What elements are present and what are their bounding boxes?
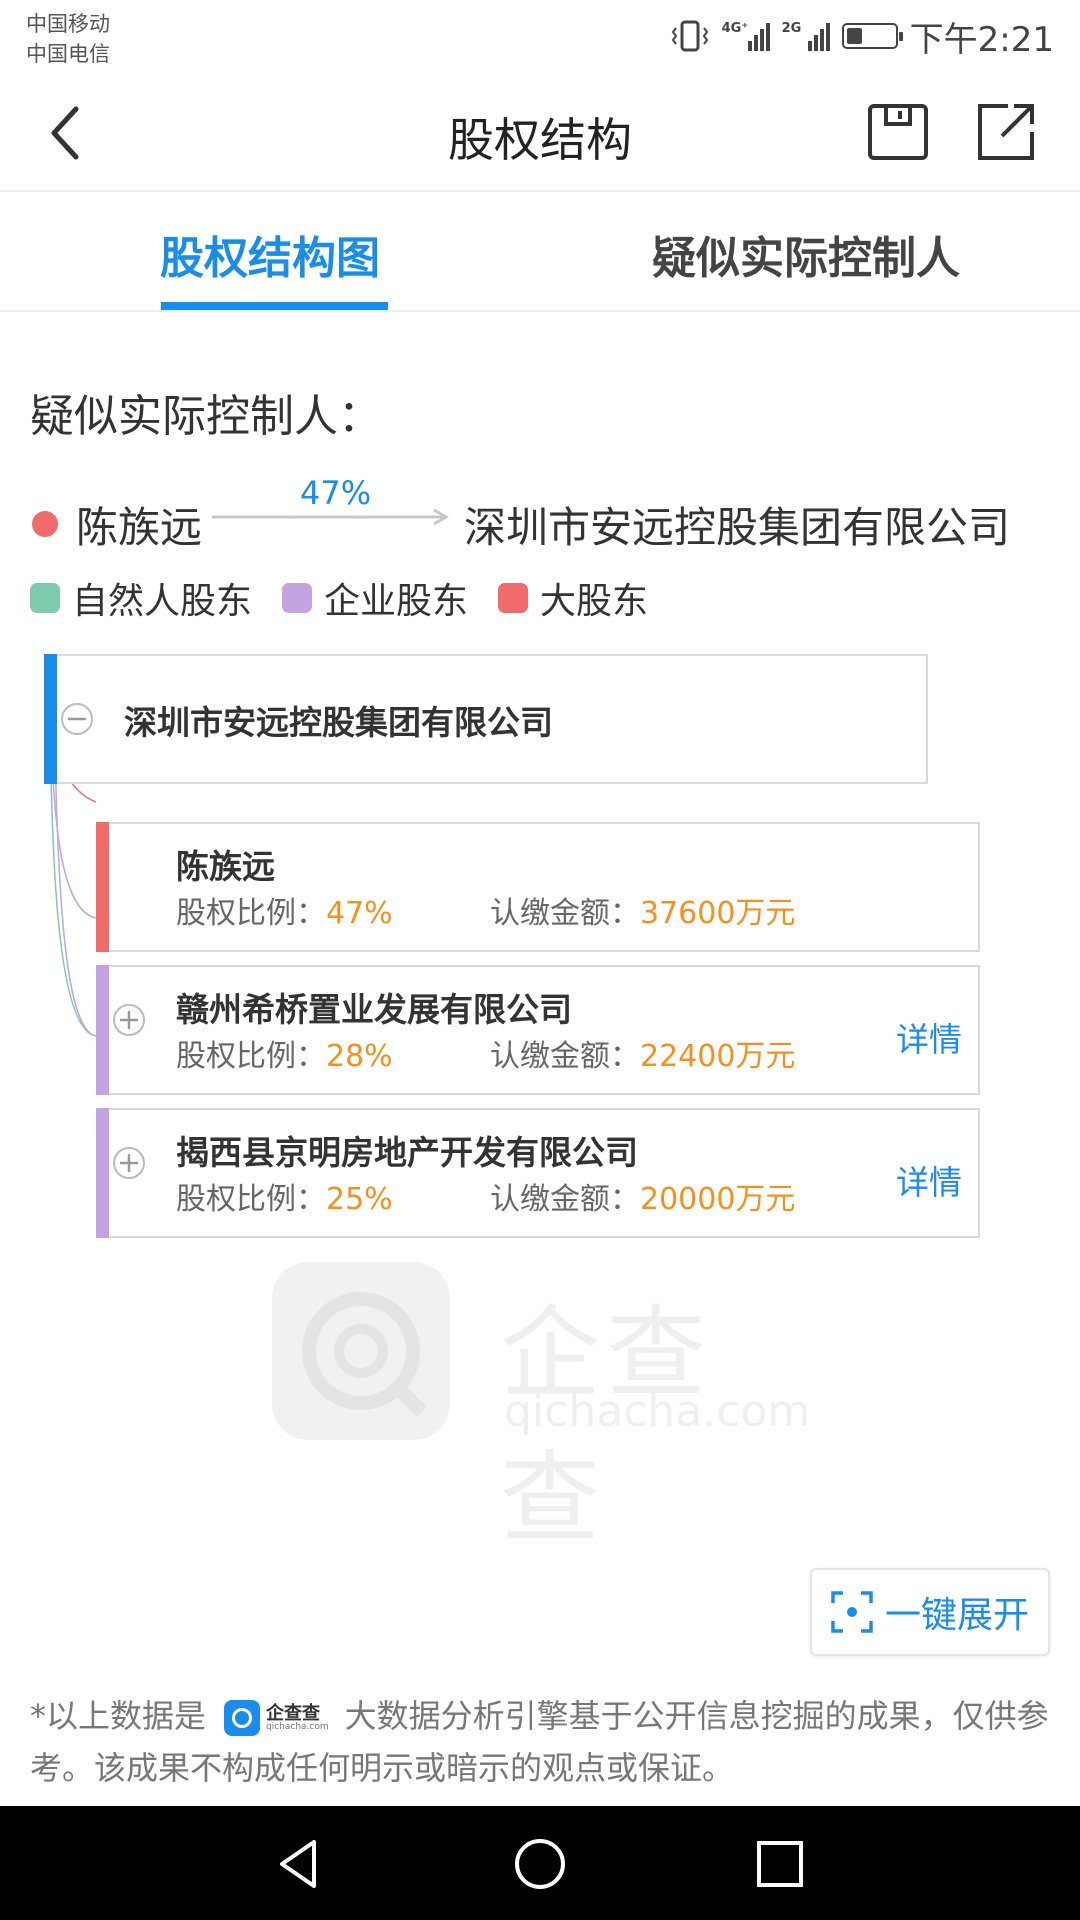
equity-ratio: 股权比例：47% [176,888,393,932]
legend: 自然人股东 企业股东 大股东 [30,576,678,622]
qichacha-logo: 企查查 qichacha.com [224,1700,329,1736]
controller-percent: 47% [300,474,372,512]
clock: 下午2:21 [909,19,1054,60]
signal-2-icon: 2G [782,21,830,51]
carrier-2: 中国电信 [26,42,110,66]
expand-all-label: 一键展开 [884,1595,1029,1636]
major-shareholder-dot [32,511,58,537]
node-color-bar [96,965,109,1095]
amount-value: 22400万元 [640,1039,796,1074]
ratio-value: 28% [326,1039,393,1074]
shareholder-node[interactable]: 赣州希桥置业发展有限公司 股权比例：28% 认缴金额：22400万元 详情 [96,965,980,1095]
carrier-1: 中国移动 [26,12,110,36]
share-icon [978,104,1034,160]
battery-icon [841,23,903,49]
subscribed-amount: 认缴金额：37600万元 [490,888,795,932]
equity-tree: 深圳市安远控股集团有限公司 陈族远 股权比例：47% 认缴金额：37600万元 … [0,650,1080,1250]
controlled-company[interactable]: 深圳市安远控股集团有限公司 [464,494,1010,555]
legend-swatch [30,583,60,613]
watermark: 企查查 qichacha.com [270,1262,811,1557]
root-company-node[interactable]: 深圳市安远控股集团有限公司 [44,654,928,784]
logo-sub: qichacha.com [266,1721,329,1732]
amount-label: 认缴金额： [490,1039,640,1074]
detail-link[interactable]: 详情 [896,1156,962,1204]
save-icon [868,104,928,160]
legend-swatch [498,583,529,613]
ratio-value: 25% [326,1182,393,1217]
root-company-name: 深圳市安远控股集团有限公司 [124,703,553,742]
app-header: 股权结构 [0,76,1080,192]
signal-2-label: 2G [781,21,802,36]
logo-text: 企查查 [266,1702,321,1724]
legend-major: 大股东 [498,572,648,624]
amount-label: 认缴金额： [490,1182,640,1217]
controller-relation: 陈族远 47% 深圳市安远控股集团有限公司 [30,474,1070,552]
disclaimer-prefix: *以上数据是 [30,1697,207,1735]
shareholder-name: 赣州希桥置业发展有限公司 [176,990,572,1029]
qichacha-logo-icon [224,1700,261,1736]
active-tab-indicator [161,302,388,310]
amount-label: 认缴金额： [490,896,640,931]
legend-label: 自然人股东 [72,581,253,622]
ratio-label: 股权比例： [176,1039,326,1074]
focus-frame-icon [831,1591,873,1633]
tab-actual-controller[interactable]: 疑似实际控制人 [652,222,960,286]
section-title: 疑似实际控制人： [30,391,382,442]
subscribed-amount: 认缴金额：20000万元 [490,1174,795,1218]
legend-label: 大股东 [540,581,649,622]
expand-plus-icon[interactable] [112,1003,146,1037]
shareholder-node[interactable]: 陈族远 股权比例：47% 认缴金额：37600万元 [96,822,980,952]
node-color-bar [96,822,109,952]
shareholder-name: 揭西县京明房地产开发有限公司 [176,1133,638,1172]
watermark-logo-icon [272,1262,450,1440]
node-color-bar [96,1108,109,1238]
nav-recent-icon[interactable] [750,1834,810,1894]
share-button[interactable] [974,100,1040,166]
amount-value: 20000万元 [640,1182,796,1217]
expand-plus-icon[interactable] [112,1146,146,1180]
tab-bar: 股权结构图 疑似实际控制人 [0,192,1080,312]
disclaimer: *以上数据是 企查查 qichacha.com 大数据分析引擎基于公开信息挖掘的成果，… [30,1690,1060,1794]
ratio-label: 股权比例： [176,896,326,931]
shareholder-name: 陈族远 [176,847,275,886]
ratio-value: 47% [326,896,393,931]
legend-natural-person: 自然人股东 [30,572,252,624]
amount-value: 37600万元 [640,896,796,931]
legend-swatch [282,583,313,613]
controller-person[interactable]: 陈族远 [76,494,202,555]
system-nav-bar [0,1806,1080,1920]
signal-1-label: 4G⁺ [721,21,749,36]
shareholder-node[interactable]: 揭西县京明房地产开发有限公司 股权比例：25% 认缴金额：20000万元 详情 [96,1108,980,1238]
tab-equity-chart[interactable]: 股权结构图 [160,222,380,286]
watermark-url: qichacha.com [504,1386,811,1437]
collapse-minus-icon[interactable] [60,702,94,736]
signal-1-icon: 4G⁺ [722,21,770,51]
nav-home-icon[interactable] [510,1834,570,1894]
detail-link[interactable]: 详情 [896,1013,962,1061]
equity-ratio: 股权比例：28% [176,1031,393,1075]
equity-ratio: 股权比例：25% [176,1174,393,1218]
subscribed-amount: 认缴金额：22400万元 [490,1031,795,1075]
vibrate-icon [671,20,708,52]
expand-all-button[interactable]: 一键展开 [810,1568,1050,1656]
node-color-bar [44,654,57,784]
legend-label: 企业股东 [324,581,469,622]
nav-back-icon[interactable] [270,1834,330,1894]
ratio-label: 股权比例： [176,1182,326,1217]
status-bar: 中国移动 中国电信 4G⁺ 2G 下午2:21 [0,0,1080,76]
save-button[interactable] [866,100,932,166]
legend-enterprise: 企业股东 [282,572,468,624]
